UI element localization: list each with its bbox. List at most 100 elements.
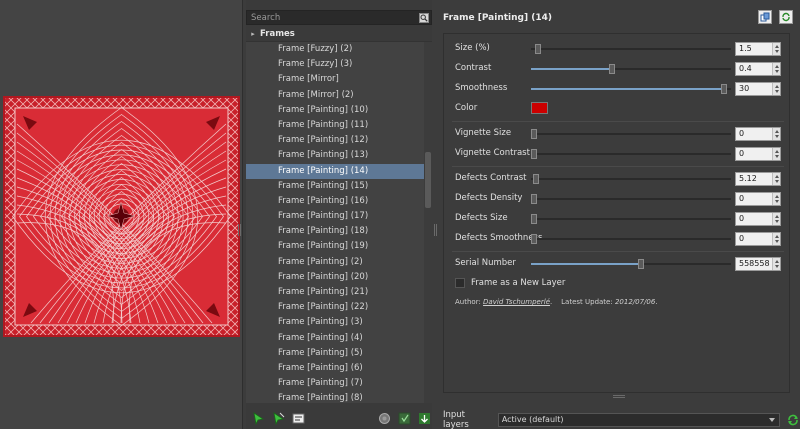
defects-contrast-slider[interactable] — [531, 174, 731, 184]
param-new-layer[interactable]: Frame as a New Layer — [444, 277, 791, 291]
tree-item[interactable]: Frame [Fuzzy] (2) — [246, 42, 432, 57]
size-slider[interactable] — [531, 44, 731, 54]
slider-handle[interactable] — [533, 174, 539, 184]
spin-arrows-icon[interactable] — [772, 148, 780, 160]
serial-number-spinbox[interactable]: 558558 — [735, 257, 781, 271]
tree-item[interactable]: Frame [Painting] (19) — [246, 239, 432, 254]
tree-scrollbar[interactable] — [424, 42, 432, 403]
tree-item[interactable]: Frame [Painting] (18) — [246, 224, 432, 239]
refresh-filters-icon[interactable] — [377, 411, 392, 426]
tree-item[interactable]: Frame [Painting] (11) — [246, 118, 432, 133]
reset-params-icon[interactable] — [779, 10, 793, 24]
tree-item[interactable]: Frame [Fuzzy] (3) — [246, 57, 432, 72]
defects-smoothness-slider[interactable] — [531, 234, 731, 244]
add-fave-icon[interactable] — [251, 411, 266, 426]
slider-handle[interactable] — [531, 149, 537, 159]
size-spinbox[interactable]: 1.5 — [735, 42, 781, 56]
visible-filters-icon[interactable] — [397, 411, 412, 426]
contrast-slider[interactable] — [531, 64, 731, 74]
tree-item[interactable]: Frame [Mirror] (2) — [246, 88, 432, 103]
tree-item[interactable]: Frame [Painting] (3) — [246, 315, 432, 330]
param-label: Defects Density — [455, 193, 523, 203]
smoothness-slider[interactable] — [531, 84, 731, 94]
search-icon[interactable] — [419, 12, 429, 23]
tree-item-selected[interactable]: Frame [Painting] (14) — [246, 163, 432, 179]
remove-fave-icon[interactable] — [271, 411, 286, 426]
defects-density-spinbox[interactable]: 0 — [735, 192, 781, 206]
tree-item[interactable]: Frame [Painting] (15) — [246, 179, 432, 194]
color-picker-button[interactable] — [531, 102, 548, 114]
tree-item[interactable]: Frame [Painting] (16) — [246, 194, 432, 209]
slider-handle[interactable] — [609, 64, 615, 74]
search-box[interactable] — [246, 10, 432, 25]
param-label: Vignette Size — [455, 128, 512, 138]
scrollbar-thumb[interactable] — [425, 152, 431, 208]
expand-collapse-icon[interactable] — [417, 411, 432, 426]
tree-item[interactable]: Frame [Painting] (4) — [246, 331, 432, 346]
tree-item[interactable]: Frame [Painting] (7) — [246, 376, 432, 391]
tree-item[interactable]: Frame [Painting] (5) — [246, 346, 432, 361]
tree-item[interactable]: Frame [Mirror] — [246, 72, 432, 87]
filter-tree[interactable]: ▸ Frames Frame [Fuzzy] (2) Frame [Fuzzy] … — [246, 27, 432, 403]
slider-fill — [531, 263, 641, 265]
defects-size-spinbox[interactable]: 0 — [735, 212, 781, 226]
tree-category-frames[interactable]: ▸ Frames — [246, 27, 432, 42]
rename-fave-icon[interactable] — [291, 411, 306, 426]
chevron-down-icon[interactable] — [769, 417, 776, 422]
refresh-icon[interactable] — [786, 413, 800, 427]
defects-size-slider[interactable] — [531, 214, 731, 224]
tree-item[interactable]: Frame [Painting] (22) — [246, 300, 432, 315]
tree-item[interactable]: Frame [Painting] (6) — [246, 361, 432, 376]
tree-item[interactable]: Frame [Painting] (20) — [246, 270, 432, 285]
defects-smoothness-spinbox[interactable]: 0 — [735, 232, 781, 246]
slider-handle[interactable] — [531, 129, 537, 139]
contrast-spinbox[interactable]: 0.4 — [735, 62, 781, 76]
tree-toolbar — [246, 408, 432, 429]
slider-handle[interactable] — [638, 259, 644, 269]
param-label: Smoothness — [455, 83, 508, 93]
defects-density-slider[interactable] — [531, 194, 731, 204]
smoothness-spinbox[interactable]: 30 — [735, 82, 781, 96]
splitter-handle[interactable] — [238, 224, 241, 236]
param-defects-density: Defects Density 0 — [444, 192, 791, 206]
spin-arrows-icon[interactable] — [772, 173, 780, 185]
spin-arrows-icon[interactable] — [772, 233, 780, 245]
vignette-size-spinbox[interactable]: 0 — [735, 127, 781, 141]
tree-item[interactable]: Frame [Painting] (2) — [246, 255, 432, 270]
spin-arrows-icon[interactable] — [772, 63, 780, 75]
spin-arrows-icon[interactable] — [772, 258, 780, 270]
spin-arrows-icon[interactable] — [772, 43, 780, 55]
tree-item[interactable]: Frame [Painting] (12) — [246, 133, 432, 148]
slider-handle[interactable] — [721, 84, 727, 94]
spin-arrows-icon[interactable] — [772, 193, 780, 205]
parameters-pane: Frame [Painting] (14) Size (%) 1.5 Contr… — [440, 0, 800, 429]
spin-arrows-icon[interactable] — [772, 83, 780, 95]
vignette-contrast-spinbox[interactable]: 0 — [735, 147, 781, 161]
tree-item[interactable]: Frame [Painting] (8) — [246, 391, 432, 403]
splitter-handle-right[interactable] — [434, 224, 437, 236]
tree-item[interactable]: Frame [Painting] (17) — [246, 209, 432, 224]
tree-item[interactable]: Frame [Painting] (21) — [246, 285, 432, 300]
vignette-size-slider[interactable] — [531, 129, 731, 139]
vignette-contrast-slider[interactable] — [531, 149, 731, 159]
author-link[interactable]: David Tschumperlé — [483, 298, 550, 306]
new-layer-checkbox[interactable] — [455, 278, 465, 288]
slider-handle[interactable] — [531, 234, 537, 244]
defects-contrast-spinbox[interactable]: 5.12 — [735, 172, 781, 186]
preview-pane[interactable] — [0, 0, 243, 429]
search-input[interactable] — [247, 12, 419, 23]
input-layers-select[interactable]: Active (default) — [497, 412, 781, 427]
panel-resize-grip[interactable] — [613, 395, 625, 398]
copy-to-clipboard-icon[interactable] — [758, 10, 772, 24]
slider-handle[interactable] — [531, 214, 537, 224]
tree-item[interactable]: Frame [Painting] (10) — [246, 103, 432, 118]
param-label: Defects Size — [455, 213, 508, 223]
tree-item[interactable]: Frame [Painting] (13) — [246, 148, 432, 163]
slider-handle[interactable] — [531, 194, 537, 204]
expand-arrow-icon[interactable]: ▸ — [246, 30, 260, 38]
spin-arrows-icon[interactable] — [772, 128, 780, 140]
serial-number-slider[interactable] — [531, 259, 731, 269]
preview-image[interactable] — [3, 96, 240, 337]
spin-arrows-icon[interactable] — [772, 213, 780, 225]
slider-handle[interactable] — [535, 44, 541, 54]
